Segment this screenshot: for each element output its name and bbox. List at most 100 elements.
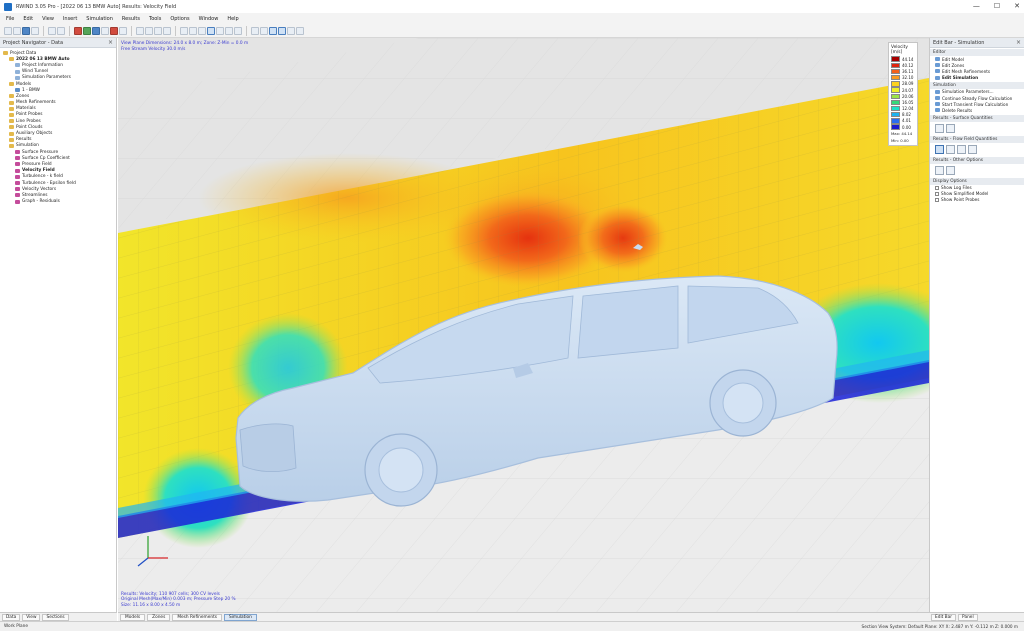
- tree-item-label: Surface Pressure: [22, 149, 59, 155]
- section-icon[interactable]: [119, 26, 127, 35]
- show-mesh-icon[interactable]: [251, 26, 259, 35]
- section-header[interactable]: Results - Surface Quantities: [930, 114, 1024, 122]
- zoom-out-icon[interactable]: [145, 26, 153, 35]
- result-type-icon[interactable]: [957, 144, 966, 154]
- color-legend[interactable]: Velocity [m/s] 44.14 40.12 36.11 32.10 28.09…: [888, 42, 918, 147]
- menu-edit[interactable]: Edit: [23, 16, 33, 22]
- info-line: View Plane Dimensions: 24.0 x 8.0 m; Zon…: [121, 41, 249, 46]
- toolbar-divider: [131, 25, 132, 36]
- undo-icon[interactable]: [48, 26, 56, 35]
- rotate-icon[interactable]: [163, 26, 171, 35]
- toolbar: [0, 24, 1024, 38]
- model-icon[interactable]: [83, 26, 91, 35]
- wireframe-icon[interactable]: [216, 26, 224, 35]
- mesh-icon[interactable]: [92, 26, 100, 35]
- solid-icon[interactable]: [225, 26, 233, 35]
- screenshot-icon[interactable]: [296, 26, 304, 35]
- action-icon: [935, 96, 940, 101]
- result-type-icon[interactable]: [946, 123, 955, 133]
- show-legend-icon[interactable]: [260, 26, 268, 35]
- menu-window[interactable]: Window: [199, 16, 219, 22]
- section-header[interactable]: Simulation: [930, 81, 1024, 89]
- close-icon[interactable]: ×: [108, 39, 113, 46]
- section-header[interactable]: Display Options: [930, 177, 1024, 185]
- redo-icon[interactable]: [57, 26, 65, 35]
- tab-edit-bar[interactable]: Edit Bar: [931, 613, 957, 621]
- save-icon[interactable]: [22, 26, 30, 35]
- status-bar: Work Plane Section View System: Default …: [0, 621, 1024, 631]
- result-type-icon[interactable]: [968, 144, 977, 154]
- edit-bar-item-label: Start Transient Flow Calculation: [942, 101, 1009, 107]
- close-icon[interactable]: ✕: [1014, 2, 1020, 10]
- show-probes-icon[interactable]: [278, 26, 286, 35]
- result-type-icon[interactable]: [935, 144, 944, 154]
- tab-zones[interactable]: Zones: [147, 613, 171, 621]
- action-icon: [935, 75, 940, 80]
- show-values-icon[interactable]: [269, 26, 277, 35]
- 3d-viewport[interactable]: View Plane Dimensions: 24.0 x 8.0 m; Zon…: [118, 38, 929, 612]
- section-header[interactable]: Editor: [930, 49, 1024, 56]
- tab-view[interactable]: View: [22, 613, 41, 621]
- edit-bar-item[interactable]: Delete Results: [930, 107, 1024, 113]
- menu-view[interactable]: View: [42, 16, 54, 22]
- checkbox-icon[interactable]: [935, 191, 939, 196]
- transparent-icon[interactable]: [234, 26, 242, 35]
- view-z-icon[interactable]: [198, 26, 206, 35]
- legend-row: 40.12: [891, 62, 915, 68]
- doc-icon: [15, 69, 20, 74]
- minimize-icon[interactable]: —: [973, 2, 980, 10]
- view-y-icon[interactable]: [189, 26, 197, 35]
- checkbox-icon[interactable]: [935, 197, 939, 202]
- menu-results[interactable]: Results: [122, 16, 140, 22]
- edit-bar-item[interactable]: Continue Steady Flow Calculation: [930, 95, 1024, 101]
- result-type-icon[interactable]: [935, 123, 944, 133]
- new-file-icon[interactable]: [4, 26, 12, 35]
- menu-file[interactable]: File: [6, 16, 14, 22]
- tree-item[interactable]: Graph - Residuals: [0, 199, 116, 205]
- section-header[interactable]: Results - Flow Field Quantities: [930, 135, 1024, 143]
- open-file-icon[interactable]: [13, 26, 21, 35]
- tab-data[interactable]: Data: [2, 613, 21, 621]
- tree-item-label: Auxiliary Objects: [16, 131, 53, 137]
- menu-insert[interactable]: Insert: [63, 16, 77, 22]
- result-type-icon[interactable]: [946, 165, 955, 175]
- tab-simulation[interactable]: Simulation: [224, 613, 257, 621]
- legend-swatch: [891, 74, 900, 81]
- close-icon[interactable]: ×: [1016, 39, 1021, 46]
- tree-item-label: Models: [16, 81, 32, 87]
- run-simulation-icon[interactable]: [74, 26, 82, 35]
- menu-options[interactable]: Options: [170, 16, 189, 22]
- tab-models[interactable]: Models: [120, 613, 146, 621]
- clipping-icon[interactable]: [287, 26, 295, 35]
- view-x-icon[interactable]: [180, 26, 188, 35]
- edit-bar-section: Simulation Simulation Parameters... Contin…: [930, 81, 1024, 114]
- maximize-icon[interactable]: ☐: [994, 2, 1000, 10]
- result-type-icon[interactable]: [946, 144, 955, 154]
- edit-bar-item-label: Show Simplified Model: [941, 191, 989, 197]
- tab-mesh-refinements[interactable]: Mesh Refinements: [172, 613, 222, 621]
- zoom-in-icon[interactable]: [136, 26, 144, 35]
- tab-sections[interactable]: Sections: [42, 613, 69, 621]
- tree-item-label: Mesh Refinements: [16, 100, 56, 106]
- checkbox-icon[interactable]: [935, 185, 939, 190]
- tab-panel[interactable]: Panel: [958, 613, 978, 621]
- result-icon: [15, 199, 20, 204]
- zones-icon[interactable]: [101, 26, 109, 35]
- result-type-icon[interactable]: [935, 165, 944, 175]
- edit-bar-section: Results - Surface Quantities: [930, 114, 1024, 135]
- results-icon[interactable]: [110, 26, 118, 35]
- navigator-tree: Project Data 2022 06 13 BMW Auto Project I…: [0, 48, 116, 205]
- edit-bar-item[interactable]: Show Point Probes: [930, 197, 1024, 203]
- folder-icon: [9, 100, 14, 105]
- menu-tools[interactable]: Tools: [149, 16, 161, 22]
- menu-bar: File Edit View Insert Simulation Results…: [0, 13, 1024, 24]
- edit-bar-item[interactable]: Edit Simulation: [930, 75, 1024, 81]
- zoom-all-icon[interactable]: [154, 26, 162, 35]
- section-header[interactable]: Results - Other Options: [930, 156, 1024, 164]
- menu-simulation[interactable]: Simulation: [86, 16, 113, 22]
- print-icon[interactable]: [31, 26, 39, 35]
- legend-row: 20.06: [891, 93, 915, 99]
- edit-bar-panel: Edit Bar - Simulation × Editor Edit Model…: [929, 38, 1024, 612]
- menu-help[interactable]: Help: [227, 16, 238, 22]
- view-iso-icon[interactable]: [207, 26, 215, 35]
